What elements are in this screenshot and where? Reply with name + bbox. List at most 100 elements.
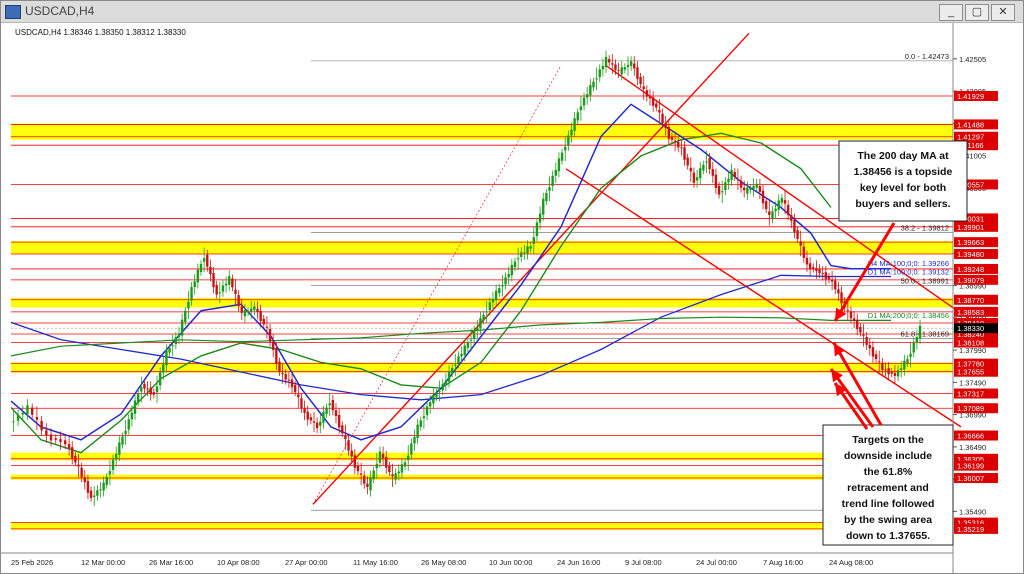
candle-body	[859, 326, 862, 333]
annotation-top-line: buyers and sellers.	[855, 198, 950, 210]
candle-body	[133, 400, 137, 414]
candle-body	[620, 67, 623, 75]
candle-body	[30, 407, 34, 415]
candle-body	[457, 356, 460, 364]
level-tag-label: 1.38583	[957, 308, 984, 317]
ma-label: D1 MA:200;0;0: 1.38456	[868, 311, 949, 320]
minimize-button[interactable]: _	[939, 4, 963, 21]
candle-body	[428, 402, 432, 407]
candle-body	[642, 86, 645, 90]
candle-body	[893, 373, 897, 376]
candle-body	[507, 273, 510, 278]
candle-body	[262, 318, 265, 325]
candle-body	[878, 361, 881, 363]
candle-body	[683, 147, 686, 160]
time-axis-label: 24 Jun 16:00	[557, 558, 600, 567]
candle-body	[202, 258, 206, 262]
time-axis-label: 7 Aug 16:00	[763, 558, 803, 567]
candle-body	[77, 464, 80, 467]
candle-body	[680, 147, 683, 149]
candle-body	[118, 442, 121, 455]
candle-body	[567, 135, 570, 146]
candle-body	[548, 187, 551, 191]
candle-body	[871, 347, 875, 357]
candle-body	[297, 394, 300, 398]
candle-body	[736, 179, 740, 181]
candle-body	[347, 440, 350, 451]
candle-body	[636, 67, 639, 80]
candle-body	[501, 285, 504, 287]
candle-body	[403, 462, 407, 467]
level-tag-label: 1.35219	[957, 525, 984, 534]
candle-body	[874, 354, 878, 360]
candle-body	[589, 85, 592, 96]
candle-body	[319, 421, 322, 426]
candle-body	[243, 310, 247, 317]
candle-body	[21, 412, 24, 415]
candle-body	[111, 459, 115, 470]
candle-body	[821, 273, 824, 275]
maximize-button[interactable]: ▢	[965, 4, 989, 21]
candle-body	[199, 263, 203, 273]
candle-body	[16, 414, 20, 421]
candle-body	[334, 410, 338, 417]
candle-body	[903, 360, 906, 370]
candle-body	[391, 474, 394, 477]
symbol-info: USDCAD,H4 1.38346 1.38350 1.38312 1.3833…	[15, 28, 186, 37]
candle-body	[476, 327, 479, 331]
candle-body	[413, 436, 416, 444]
candle-body	[287, 379, 291, 381]
candle-body	[165, 350, 168, 366]
annotation-top-line: 1.38456 is a topside	[854, 166, 953, 178]
candle-body	[655, 103, 658, 108]
candle-body	[63, 440, 67, 445]
candle-body	[830, 279, 834, 282]
close-button[interactable]: ✕	[991, 4, 1015, 21]
candle-body	[617, 69, 620, 71]
candle-body	[899, 368, 903, 371]
annotation-bottom-line: trend line followed	[842, 498, 935, 510]
candle-body	[136, 393, 140, 403]
candle-body	[639, 76, 642, 85]
candle-body	[909, 353, 912, 357]
candle-body	[174, 337, 178, 345]
candle-body	[520, 252, 523, 258]
candle-body	[215, 284, 218, 295]
candle-body	[607, 59, 611, 63]
time-axis-label: 25 Feb 2026	[11, 558, 53, 567]
candle-body	[629, 61, 633, 66]
candle-body	[59, 439, 62, 443]
candle-body	[711, 169, 714, 176]
candle-body	[689, 167, 693, 172]
candle-body	[259, 310, 262, 322]
candle-body	[250, 308, 253, 312]
candle-body	[344, 435, 347, 440]
candle-body	[837, 289, 840, 294]
candle-body	[755, 183, 758, 188]
axis-price-label: 1.36490	[959, 443, 986, 452]
candle-body	[281, 373, 284, 375]
candle-body	[209, 266, 212, 275]
candle-body	[582, 97, 586, 106]
candle-body	[425, 406, 429, 416]
candle-body	[45, 430, 48, 436]
candle-body	[699, 168, 702, 179]
candle-body	[557, 158, 561, 172]
candle-body	[815, 268, 818, 272]
level-tag-label: 1.36007	[957, 474, 984, 483]
candle-body	[523, 252, 526, 254]
candle-body	[623, 67, 627, 70]
price-chart[interactable]: 0.0 - 1.42473 38.2 - 1.39812 50.0 - 1.3899…	[1, 23, 1023, 573]
annotation-bottom-line: downside include	[844, 450, 932, 462]
candle-body	[447, 371, 451, 382]
candle-body	[714, 174, 718, 188]
candle-body	[146, 388, 149, 390]
candle-body	[366, 483, 369, 488]
candle-body	[721, 191, 724, 193]
candle-body	[246, 310, 250, 313]
candle-body	[303, 407, 306, 413]
candle-body	[312, 421, 316, 423]
candle-body	[472, 330, 476, 339]
candle-body	[516, 258, 520, 260]
time-axis-label: 24 Aug 08:00	[829, 558, 873, 567]
